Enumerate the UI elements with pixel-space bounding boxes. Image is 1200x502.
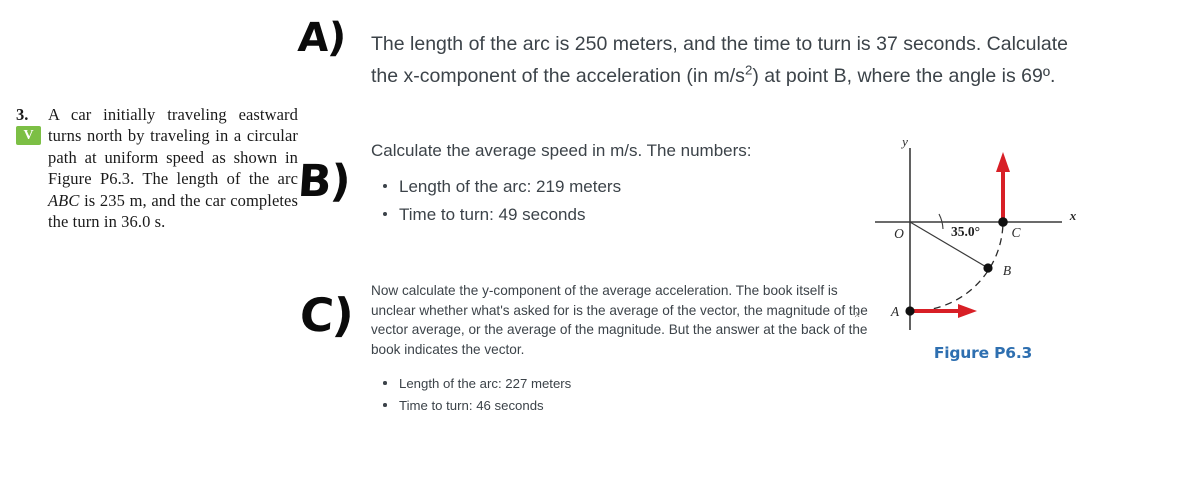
angle-label: 35.0° [951,224,980,239]
velocity-vector-a-head [958,304,977,318]
part-c-paragraph: Now calculate the y-component of the ave… [371,283,868,357]
problem-text-part1: A car initially traveling [48,105,227,124]
part-b-bullet-list: Length of the arc: 219 meters Time to tu… [371,174,891,228]
list-item: Length of the arc: 227 meters [371,374,771,394]
handwritten-marker-c: C) [298,288,355,342]
problem-text-part3: is 235 m, and the car completes the turn… [48,190,298,232]
point-label-b: B [1003,263,1011,278]
list-item: Length of the arc: 219 meters [371,174,891,200]
point-label-a: A [890,304,900,319]
arc-label-abc: ABC [48,190,80,210]
handwritten-marker-b: B) [296,156,352,207]
part-a-line2-post: ) at point B, where the angle is 69º. [752,65,1056,87]
figure-caption: Figure P6.3 [933,344,1033,362]
point-label-c: C [1011,225,1021,240]
verified-badge[interactable]: V [16,126,41,145]
part-b-content: Calculate the average speed in m/s. The … [371,138,891,230]
screenshot-page: 3. V A car initially traveling eastward … [0,0,1200,502]
scan-artifact-label: x [855,308,860,320]
part-a-content: The length of the arc is 250 meters, and… [371,28,1186,92]
point-c-dot [998,217,1008,227]
velocity-vector-c-head [996,152,1010,172]
axis-label-y: y [900,134,908,149]
part-a-line1: The length of the arc is 250 meters, and… [371,33,1068,55]
part-a-line2-pre: the x-component of the acceleration (in … [371,65,745,87]
problem-number: 3. [16,105,29,124]
point-a-dot [905,306,915,316]
axis-label-x: x [1069,208,1077,223]
problem-statement-text: A car initially traveling eastward turns… [48,104,298,232]
handwritten-marker-a: A) [296,15,347,61]
figure-diagram-svg: y x O 35.0° A B C [875,134,1077,330]
part-c-content: Now calculate the y-component of the ave… [371,281,871,359]
part-b-prompt: Calculate the average speed in m/s. The … [371,141,752,160]
figure-p6-3: y x O 35.0° A B C Figure P6.3 x [855,130,1085,375]
point-b-dot [983,263,993,273]
list-item: Time to turn: 49 seconds [371,202,891,228]
part-c-bullet-wrapper: Length of the arc: 227 meters Time to tu… [371,374,771,418]
list-item: Time to turn: 46 seconds [371,396,771,416]
part-c-bullet-list: Length of the arc: 227 meters Time to tu… [371,374,771,416]
origin-label-o: O [894,226,904,241]
